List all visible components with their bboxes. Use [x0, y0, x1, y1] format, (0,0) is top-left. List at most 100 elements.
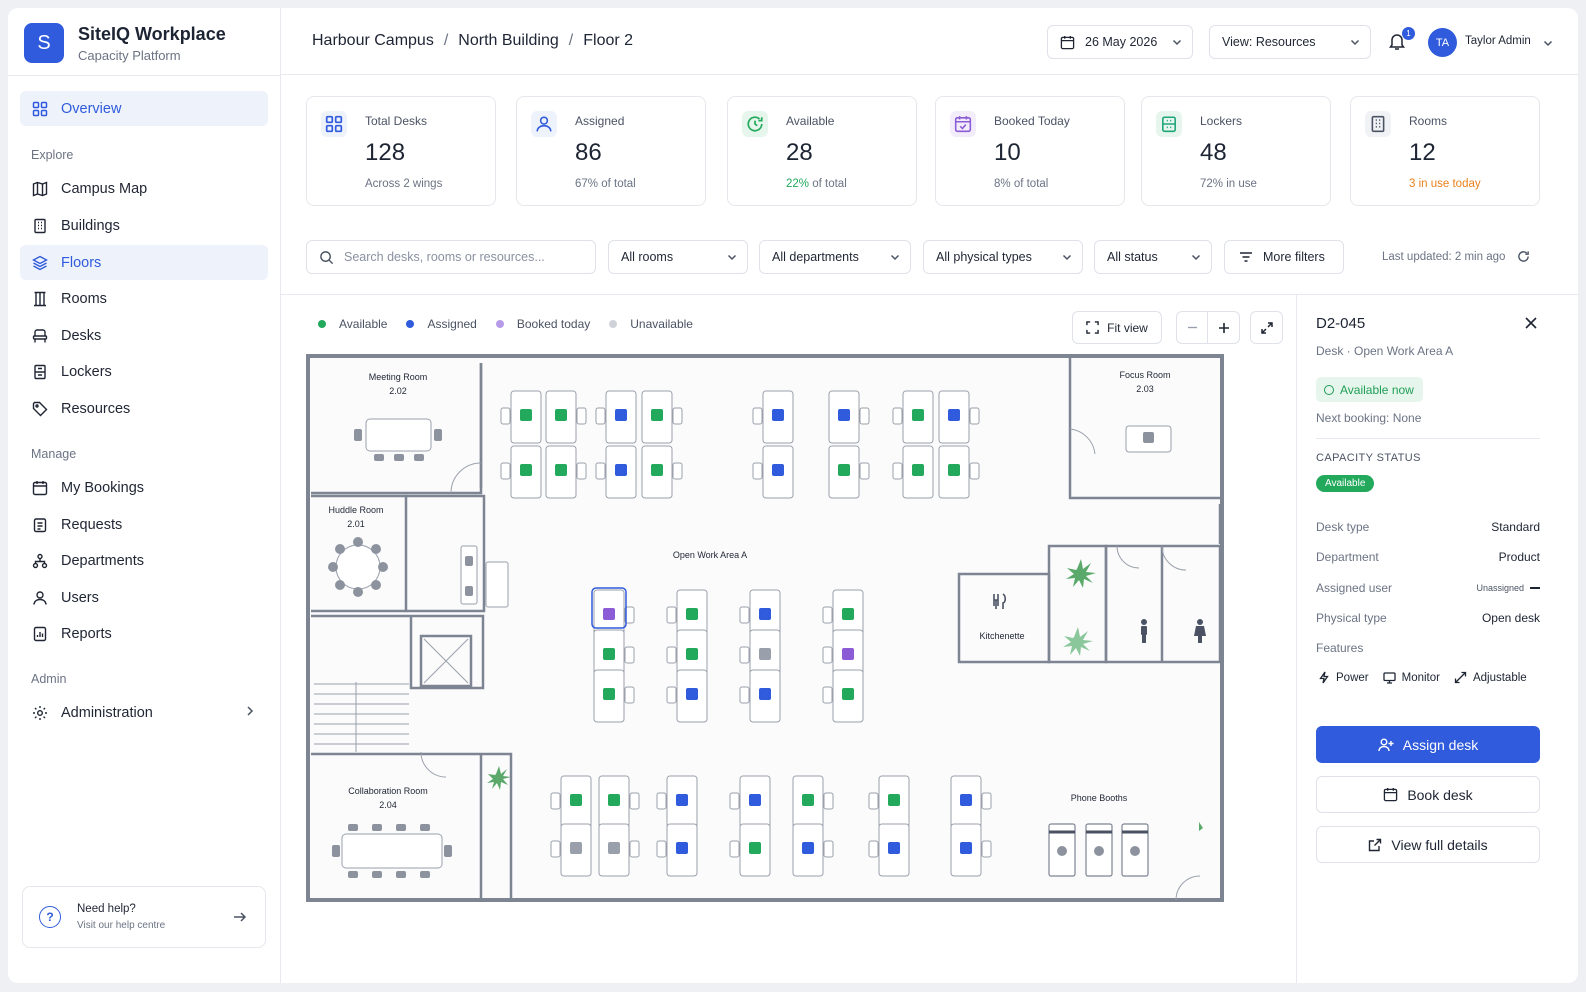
avatar[interactable]: TA	[1428, 28, 1457, 57]
close-icon[interactable]	[1525, 317, 1537, 329]
monitor-icon	[1382, 671, 1396, 684]
columns-icon	[32, 291, 48, 307]
feature-label: Power	[1336, 671, 1369, 684]
desk-chair	[576, 407, 587, 425]
sidebar-item-my-bookings[interactable]: My Bookings	[20, 470, 268, 505]
breadcrumb-building[interactable]: North Building	[458, 32, 559, 50]
chevron-down-icon[interactable]	[1543, 38, 1553, 48]
sidebar-item-reports[interactable]: Reports	[20, 616, 268, 651]
chair-icon	[32, 328, 48, 344]
sidebar-item-departments[interactable]: Departments	[20, 543, 268, 578]
nav-section-admin: Admin	[31, 672, 67, 686]
divider	[1316, 438, 1540, 439]
stat-value: 28	[786, 139, 813, 166]
view-full-details-button[interactable]: View full details	[1316, 826, 1540, 863]
status-filter[interactable]: All status	[1094, 240, 1212, 274]
sidebar-item-lockers[interactable]: Lockers	[20, 354, 268, 389]
sidebar-item-users[interactable]: Users	[20, 580, 268, 615]
desk-status-marker	[749, 794, 761, 806]
sidebar-item-resources[interactable]: Resources	[20, 391, 268, 426]
stat-card-assigned[interactable]: Assigned 86 67% of total	[516, 96, 706, 206]
stat-label: Total Desks	[365, 114, 428, 128]
desk-status-marker	[960, 842, 972, 854]
divider	[8, 75, 281, 76]
desk-status-marker	[759, 608, 771, 620]
desk-status-marker	[555, 409, 567, 421]
status-ring-icon	[1324, 384, 1334, 395]
desk-status-marker	[555, 464, 567, 476]
sidebar-item-rooms[interactable]: Rooms	[20, 281, 268, 316]
desk-chair	[981, 840, 992, 858]
desk-chair	[666, 646, 677, 664]
stat-label: Rooms	[1409, 114, 1448, 128]
desk-type-value: Standard	[1491, 520, 1540, 534]
desk-status-marker	[772, 409, 784, 421]
desk-chair	[595, 407, 606, 425]
sidebar-item-requests[interactable]: Requests	[20, 507, 268, 542]
next-booking: Next booking: None	[1316, 411, 1422, 425]
desk-chair	[739, 686, 750, 704]
desk-chair	[656, 840, 667, 858]
filter-value: All status	[1107, 250, 1158, 264]
zoom-out-button[interactable]	[1177, 312, 1209, 343]
book-desk-button[interactable]: Book desk	[1316, 776, 1540, 813]
sidebar-item-floors[interactable]: Floors	[20, 245, 268, 280]
physical-types-filter[interactable]: All physical types	[923, 240, 1083, 274]
desk-chair	[739, 606, 750, 624]
view-selector[interactable]: View: Resources	[1209, 25, 1371, 59]
help-subtitle: Visit our help centre	[77, 920, 166, 931]
sidebar-item-label: Floors	[61, 254, 102, 271]
org-chart-icon	[32, 553, 48, 569]
desk-status-marker	[948, 409, 960, 421]
stat-card-booked-today[interactable]: Booked Today 10 8% of total	[935, 96, 1125, 206]
desk-chair	[822, 686, 833, 704]
sidebar-item-buildings[interactable]: Buildings	[20, 208, 268, 243]
rooms-filter[interactable]: All rooms	[608, 240, 748, 274]
search-box[interactable]	[306, 240, 596, 274]
user-name[interactable]: Taylor Admin	[1465, 35, 1531, 47]
help-icon: ?	[39, 906, 61, 928]
capacity-status-label: CAPACITY STATUS	[1316, 452, 1421, 464]
stat-subtext: 22% of total	[786, 178, 847, 190]
departments-filter[interactable]: All departments	[759, 240, 911, 274]
map-icon	[32, 180, 48, 197]
sidebar-item-overview[interactable]: Overview	[20, 91, 268, 126]
desk-chair	[868, 840, 879, 858]
desk-chair	[729, 792, 740, 810]
sidebar-item-desks[interactable]: Desks	[20, 318, 268, 353]
sidebar-item-label: Administration	[61, 704, 153, 721]
stat-label: Assigned	[575, 114, 625, 128]
stat-card-available[interactable]: Available 28 22% of total	[727, 96, 917, 206]
sidebar-item-administration[interactable]: Administration	[20, 695, 268, 730]
search-input[interactable]	[344, 250, 584, 264]
breadcrumb-campus[interactable]: Harbour Campus	[312, 32, 434, 50]
notification-badge: 1	[1402, 27, 1415, 40]
fit-view-button[interactable]: Fit view	[1072, 311, 1162, 344]
legend-label: Unavailable	[630, 317, 693, 331]
stat-value: 12	[1409, 139, 1436, 166]
stat-card-lockers[interactable]: Lockers 48 72% in use	[1141, 96, 1331, 206]
divider	[281, 294, 1578, 295]
more-filters-button[interactable]: More filters	[1224, 240, 1344, 274]
zoom-in-button[interactable]	[1208, 312, 1239, 343]
stat-highlight: 22%	[786, 178, 810, 190]
floor-plan[interactable]: Meeting Room 2.02 Focus Room 2.03 Huddle…	[306, 354, 1226, 906]
brand[interactable]: S SiteIQ Workplace Capacity Platform	[24, 23, 226, 63]
desk-chair	[624, 686, 635, 704]
arrow-right-icon	[233, 911, 247, 923]
sidebar-item-label: Users	[61, 589, 99, 606]
date-picker[interactable]: 26 May 2026	[1047, 25, 1193, 59]
stat-value: 48	[1200, 139, 1227, 166]
desk-status-marker	[842, 648, 854, 660]
department-value: Product	[1498, 550, 1540, 564]
sidebar-item-campus-map[interactable]: Campus Map	[20, 171, 268, 206]
desk-type-key: Desk type	[1316, 520, 1370, 534]
help-card[interactable]: ? Need help? Visit our help centre	[22, 886, 266, 948]
stat-card-rooms[interactable]: Rooms 12 3 in use today	[1350, 96, 1540, 206]
stat-card-total-desks[interactable]: Total Desks 128 Across 2 wings	[306, 96, 496, 206]
fullscreen-button[interactable]	[1250, 311, 1283, 344]
nav-section-explore: Explore	[31, 148, 74, 162]
filter-value: All rooms	[621, 250, 674, 264]
refresh-icon[interactable]	[1517, 250, 1530, 263]
assign-desk-button[interactable]: Assign desk	[1316, 726, 1540, 763]
